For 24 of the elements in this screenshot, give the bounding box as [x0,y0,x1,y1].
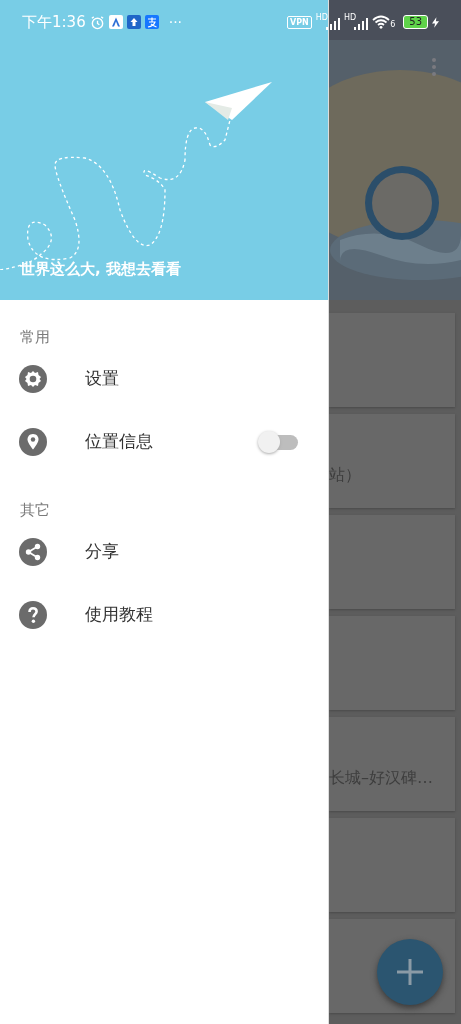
vpn-badge: VPN [287,15,312,29]
status-time: 下午1:36 [22,12,86,32]
list-card[interactable] [329,515,455,609]
list-card[interactable] [329,616,455,710]
help-icon [19,600,47,629]
toggle-switch[interactable] [258,430,298,453]
list-card[interactable] [329,818,455,912]
share-icon [19,537,47,566]
menu-item[interactable]: 设置 [85,367,328,390]
section-title: 常用 [19,327,50,347]
more-notifications: ··· [168,14,183,30]
more-vertical-icon[interactable] [431,57,437,77]
charging-icon [432,16,439,28]
plus-icon [395,957,425,987]
drawer-slogan: 世界这么大, 我想去看看 [20,260,181,279]
settings-icon [19,364,47,393]
list-card[interactable] [329,313,455,407]
location-pin-icon [19,427,47,456]
battery-icon: 53 [403,15,428,29]
section-title: 其它 [19,500,50,520]
menu-item[interactable]: 位置信息 [85,430,258,453]
alarm-clock-icon [89,14,105,30]
menu-item[interactable]: 使用教程 [85,603,328,626]
menu-item[interactable]: 分享 [85,540,328,563]
